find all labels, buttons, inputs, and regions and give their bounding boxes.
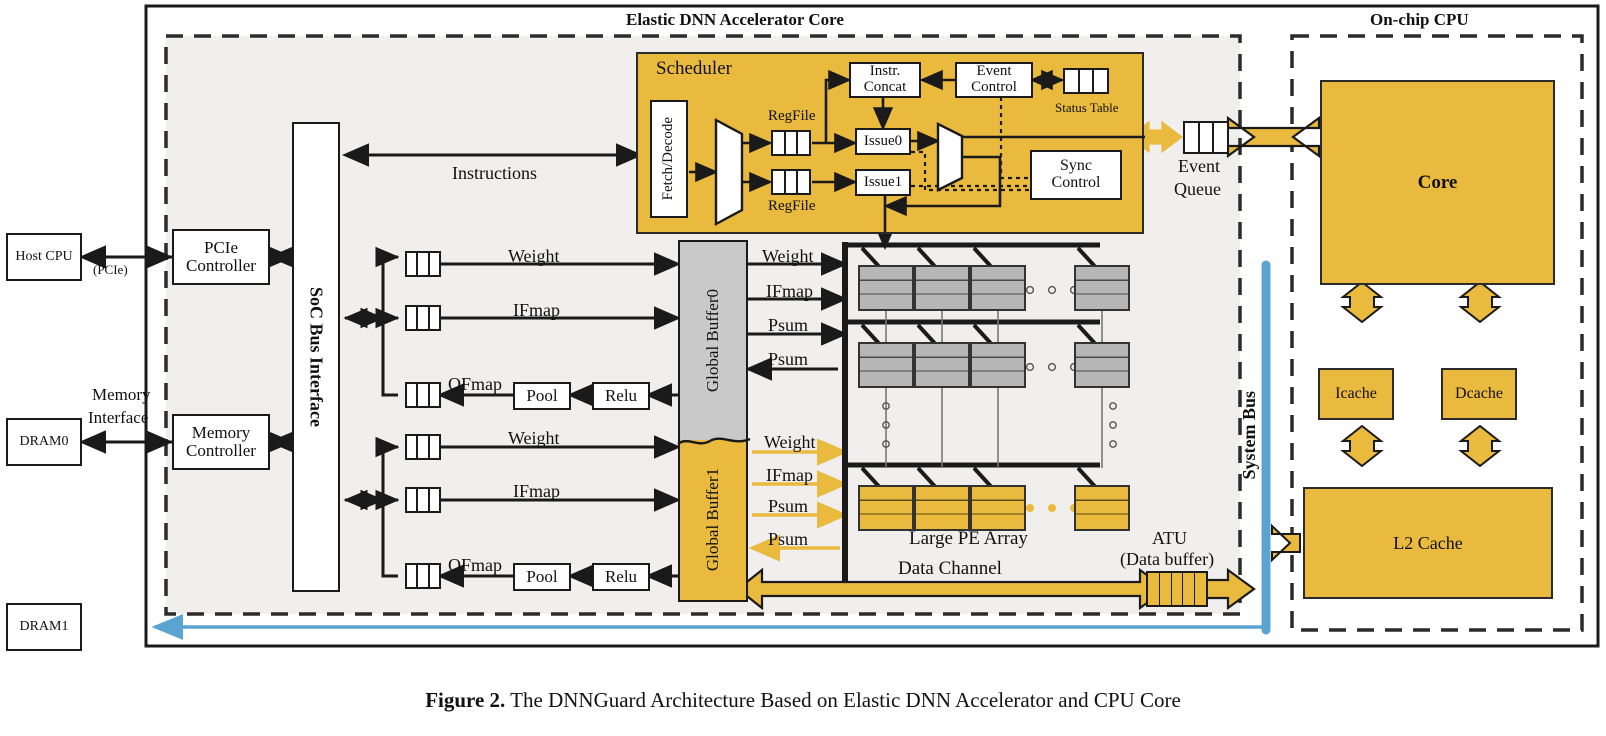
sync-control-line1: Sync (1060, 157, 1092, 175)
instr-concat-block[interactable]: Instr. Concat (849, 62, 921, 98)
pe-cell (1074, 265, 1130, 311)
pcie-controller-line1: PCIe (204, 238, 238, 258)
psum-label-pe1-out: Psum (768, 496, 809, 516)
fifo-ofmap-top (405, 382, 441, 408)
weight-label-pe0: Weight (762, 246, 814, 266)
global-buffer1-label: Global Buffer1 (703, 468, 723, 572)
atu-label-line2: (Data buffer) (1120, 549, 1215, 569)
memory-interface-label-line2: Interface (88, 408, 149, 427)
psum-label-pe1-in: Psum (768, 529, 809, 549)
global-buffer1-block[interactable]: Global Buffer1 (678, 440, 748, 602)
pe-cell-elastic (1074, 485, 1130, 531)
memory-controller-line2: Controller (186, 441, 256, 460)
pe-cell (970, 265, 1026, 311)
global-buffer0-block[interactable]: Global Buffer0 (678, 240, 748, 440)
atu-data-buffer-block[interactable] (1146, 571, 1208, 607)
issue0-block[interactable]: Issue0 (855, 128, 911, 155)
dram1-block[interactable]: DRAM1 (6, 603, 82, 651)
regfile1-block (771, 169, 811, 195)
event-control-block[interactable]: Event Control (955, 62, 1033, 98)
fetch-decode-label: Fetch/Decode (660, 117, 677, 201)
pe-cell-elastic (914, 485, 970, 531)
pe-cell (914, 265, 970, 311)
pe-cell (858, 265, 914, 311)
dram0-block[interactable]: DRAM0 (6, 418, 82, 466)
issue1-block[interactable]: Issue1 (855, 169, 911, 196)
weight-label-gb1-in: Weight (508, 428, 560, 448)
figure-caption: Figure 2. The DNNGuard Architecture Base… (0, 688, 1606, 713)
fifo-ofmap-bottom (405, 563, 441, 589)
soc-bus-interface-block[interactable]: SoC Bus Interface (292, 122, 340, 592)
pcie-link-label: (PCIe) (93, 262, 128, 277)
relu-block-bottom[interactable]: Relu (592, 563, 650, 591)
pe-cell-elastic (970, 485, 1026, 531)
status-table-label: Status Table (1055, 100, 1119, 115)
pool-block-bottom[interactable]: Pool (513, 563, 571, 591)
data-channel-label: Data Channel (898, 558, 1002, 579)
ifmap-label-gb0-in: IFmap (513, 300, 560, 320)
fifo-weight-bottom (405, 434, 441, 460)
fifo-ifmap-top (405, 305, 441, 331)
fetch-decode-block[interactable]: Fetch/Decode (650, 100, 688, 218)
icache-block[interactable]: Icache (1318, 368, 1394, 420)
instructions-label: Instructions (452, 163, 537, 183)
l2-cache-block[interactable]: L2 Cache (1303, 487, 1553, 599)
system-bus-label-holder: System Bus (1236, 330, 1262, 540)
pe-cell (914, 342, 970, 388)
ifmap-label-gb1-in: IFmap (513, 481, 560, 501)
weight-label-gb0-in: Weight (508, 246, 560, 266)
relu-block-top[interactable]: Relu (592, 382, 650, 410)
event-control-line1: Event (976, 63, 1012, 80)
pcie-controller-line2: Controller (186, 256, 256, 275)
sync-control-block[interactable]: Sync Control (1030, 150, 1122, 200)
event-queue-label-line2: Queue (1174, 179, 1221, 199)
ofmap-label-gb1-out: OFmap (448, 555, 502, 575)
psum-label-pe0-in: Psum (768, 349, 809, 369)
accelerator-region-title: Elastic DNN Accelerator Core (626, 10, 844, 29)
fifo-weight-top (405, 251, 441, 277)
figure-caption-text: The DNNGuard Architecture Based on Elast… (505, 688, 1181, 712)
dcache-block[interactable]: Dcache (1441, 368, 1517, 420)
instr-concat-line1: Instr. (869, 63, 901, 80)
psum-label-pe0-out: Psum (768, 315, 809, 335)
pe-cell (970, 342, 1026, 388)
status-table-block (1063, 68, 1109, 94)
pe-cell (858, 342, 914, 388)
ifmap-label-pe1: IFmap (766, 465, 813, 485)
figure-canvas: Elastic DNN Accelerator Core On-chip CPU… (0, 0, 1606, 736)
regfile0-block (771, 130, 811, 156)
buffer-split-edge (677, 437, 751, 446)
pool-block-top[interactable]: Pool (513, 382, 571, 410)
ifmap-label-pe0: IFmap (766, 281, 813, 301)
regfile1-label: RegFile (768, 198, 816, 214)
cpu-region-title: On-chip CPU (1370, 10, 1469, 29)
memory-controller-line1: Memory (191, 423, 251, 443)
pe-cell-elastic (858, 485, 914, 531)
regfile0-label: RegFile (768, 108, 816, 124)
system-bus-label: System Bus (1238, 390, 1259, 480)
sync-control-line2: Control (1051, 174, 1101, 191)
atu-label-line1: ATU (1152, 528, 1187, 548)
pe-array-label: Large PE Array (909, 528, 1028, 549)
fifo-ifmap-bottom (405, 487, 441, 513)
ofmap-label-gb0-out: OFmap (448, 374, 502, 394)
event-queue-block[interactable] (1183, 121, 1229, 154)
pcie-controller-block[interactable]: PCIe Controller (172, 229, 270, 285)
cpu-core-block[interactable]: Core (1320, 80, 1555, 285)
scheduler-title: Scheduler (656, 58, 732, 79)
memory-controller-block[interactable]: Memory Controller (172, 414, 270, 470)
weight-label-pe1: Weight (764, 432, 816, 452)
event-control-line2: Control (971, 79, 1017, 95)
host-cpu-block[interactable]: Host CPU (6, 233, 82, 281)
instr-concat-line2: Concat (863, 79, 907, 95)
figure-caption-number: Figure 2. (425, 688, 506, 712)
pe-cell (1074, 342, 1130, 388)
memory-interface-label-line1: Memory (92, 385, 151, 404)
event-queue-label-line1: Event (1178, 156, 1220, 176)
global-buffer0-label: Global Buffer0 (703, 289, 723, 393)
soc-bus-interface-label: SoC Bus Interface (306, 287, 327, 427)
